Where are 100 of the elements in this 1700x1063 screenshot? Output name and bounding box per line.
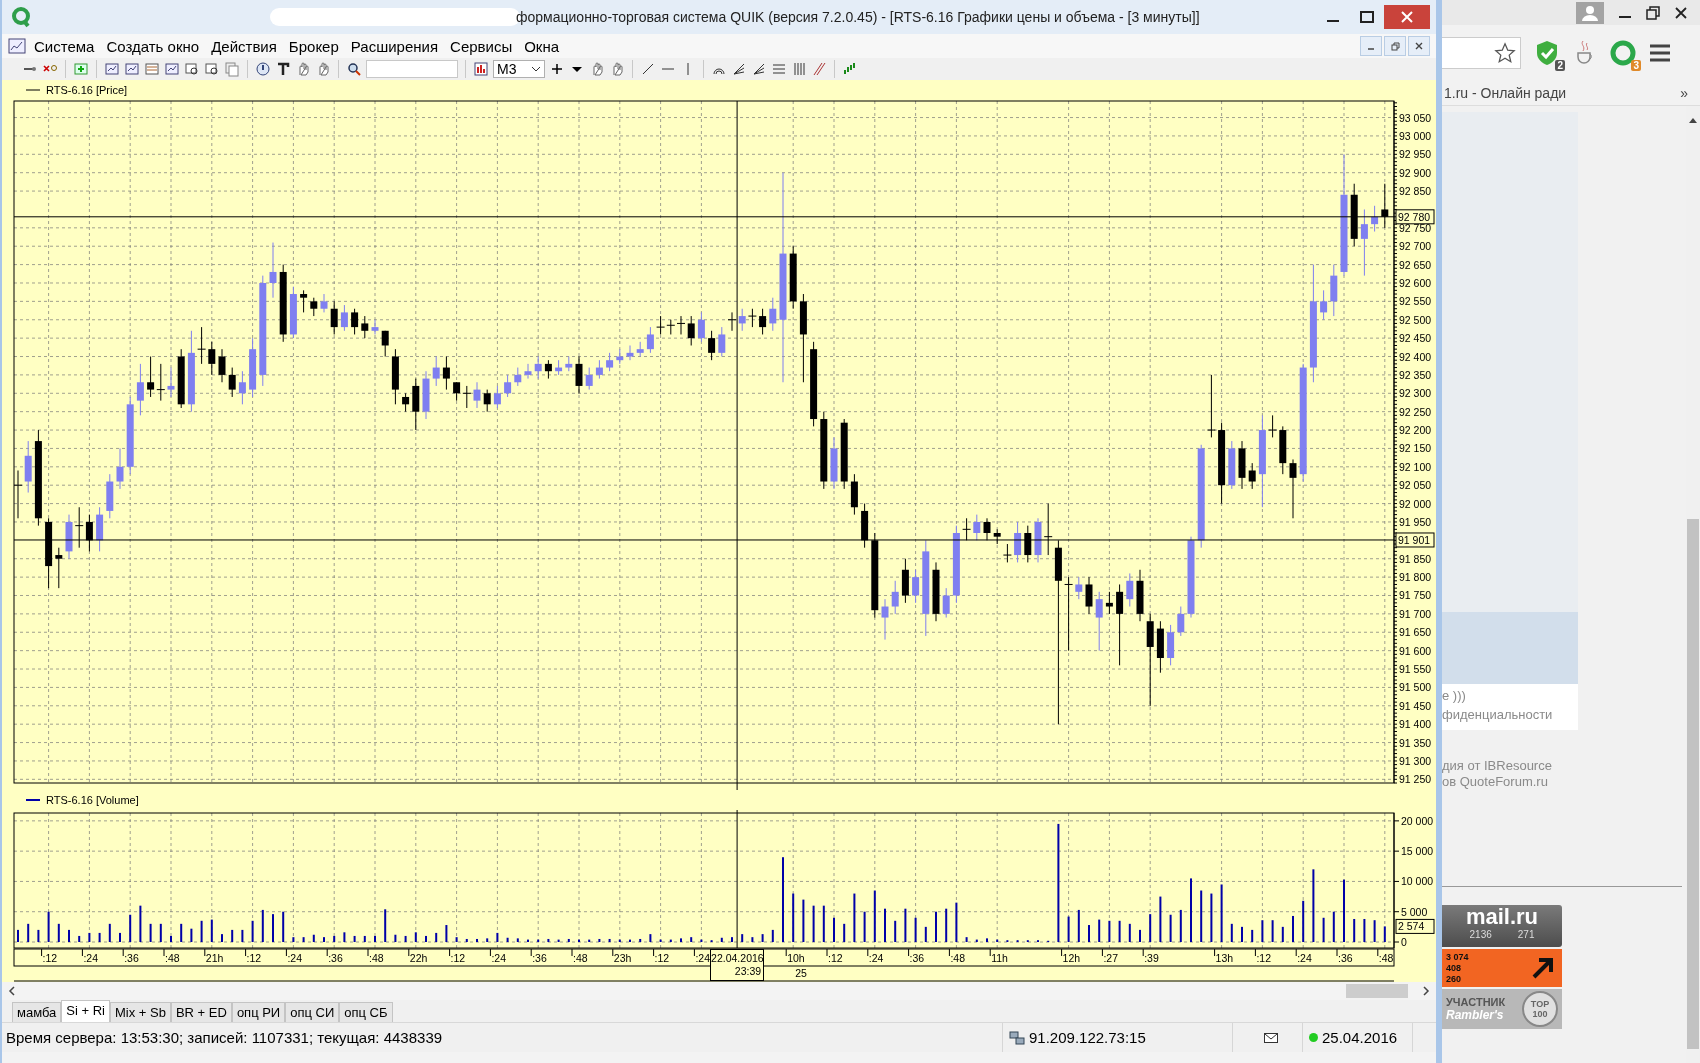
axis-label: :36	[328, 952, 343, 964]
axis-label: :24	[868, 952, 884, 964]
visit-counter[interactable]: 3 074 408 260	[1442, 949, 1562, 987]
rating-counter[interactable]: УЧАСТНИК Rambler's TOP 100	[1442, 989, 1562, 1029]
extension-badge: 2	[1555, 59, 1565, 71]
window-title: формационно-торговая система QUIK (версия 7.2.0.45) - [RTS-6.16 Графики цены и объема - [3 минуты]]	[516, 9, 1200, 25]
axis-label: 92 950	[1399, 148, 1432, 161]
axis-label: 92 650	[1399, 258, 1432, 271]
axis-label: 22h	[409, 952, 428, 964]
axis-label: 91 400	[1399, 718, 1432, 731]
axis-label: 91 800	[1399, 571, 1432, 584]
axis-label: :24	[287, 952, 302, 964]
axis-label: 12h	[1062, 952, 1081, 964]
axis-label: 20 000	[1401, 814, 1434, 827]
axis-label: :36	[124, 952, 139, 964]
axis-label: 92 500	[1399, 313, 1432, 326]
menu-item[interactable]: Система	[28, 37, 101, 55]
axis-label: 91 950	[1399, 515, 1432, 528]
tab[interactable]: BR + ED	[170, 1002, 232, 1022]
axis-label: 91 600	[1399, 644, 1432, 657]
axis-label: :48	[165, 952, 180, 964]
menu-item[interactable]: Действия	[205, 37, 283, 55]
chart-legend: RTS-6.16 [Volume]	[46, 794, 139, 806]
axis-label: 92 600	[1399, 277, 1432, 289]
page-text: е )))	[1442, 688, 1467, 703]
menu-item[interactable]: Окна	[518, 37, 566, 55]
price-tag: 92 780	[1395, 209, 1435, 225]
axis-label: :27	[1103, 952, 1118, 964]
axis-label: 11h	[991, 952, 1008, 964]
axis-label: 91 700	[1399, 607, 1432, 620]
tab[interactable]: мамба	[12, 1002, 62, 1022]
axis-label: :12	[1256, 952, 1271, 964]
axis-label: 91 850	[1399, 552, 1432, 565]
axis-label: 91 250	[1399, 773, 1432, 786]
axis-label: :12	[450, 952, 466, 964]
axis-label: 92 000	[1399, 497, 1432, 510]
axis-label: 92 700	[1399, 240, 1432, 253]
footer-text: дия от IBResource	[1442, 758, 1553, 774]
axis-label: :36	[1338, 952, 1353, 964]
tab[interactable]: Si + Ri	[61, 1000, 110, 1022]
chart-legend: RTS-6.16 [Price]	[46, 84, 128, 96]
axis-label: 13h	[1215, 952, 1234, 964]
axis-label: 93 000	[1399, 129, 1432, 142]
menu-item[interactable]: Сервисы	[444, 37, 519, 55]
axis-label: :12	[42, 952, 58, 964]
tab[interactable]: опц СИ	[285, 1002, 340, 1022]
axis-label: 92 250	[1399, 405, 1432, 418]
axis-label: 92 850	[1399, 185, 1432, 198]
status-date: 25.04.2016	[1322, 1029, 1398, 1046]
axis-label: 0	[1401, 936, 1407, 948]
axis-label: 92 200	[1399, 424, 1432, 437]
axis-label: :24	[1297, 952, 1312, 964]
axis-label: 92 550	[1399, 295, 1432, 308]
axis-label: 91 300	[1399, 754, 1432, 767]
axis-label: :12	[654, 952, 670, 964]
interval-select[interactable]: M3	[493, 60, 545, 78]
mail-counter[interactable]: mail.ru 2136 271	[1442, 905, 1562, 947]
axis-label: 15 000	[1401, 845, 1434, 858]
axis-label: :36	[532, 952, 547, 964]
axis-label: :12	[246, 952, 262, 964]
axis-label: 92 300	[1399, 387, 1432, 400]
axis-label: 92 150	[1399, 442, 1432, 455]
axis-label: 92 350	[1399, 368, 1432, 381]
axis-label: 23h	[613, 952, 632, 964]
tab[interactable]: опц СБ	[339, 1002, 393, 1022]
axis-label: :48	[573, 952, 588, 964]
axis-label: 91 550	[1399, 663, 1432, 676]
menu-item[interactable]: Создать окно	[100, 37, 206, 55]
more-bookmarks-button[interactable]: »	[1680, 84, 1688, 101]
axis-label: 91 650	[1399, 626, 1432, 639]
axis-label: 21h	[205, 952, 224, 964]
axis-label: 91 500	[1399, 681, 1432, 694]
axis-label: 10 000	[1401, 875, 1434, 888]
menu-item[interactable]: Расширения	[344, 37, 445, 55]
price-tag: 91 901	[1395, 532, 1435, 548]
date-tag: 22.04.2016 23:39	[710, 949, 765, 981]
axis-label: 5 000	[1401, 905, 1428, 918]
bookmark-link[interactable]: 1.ru - Онлайн ради	[1444, 84, 1567, 101]
footer-text: ов QuoteForum.ru	[1442, 774, 1549, 790]
axis-label: 92 050	[1399, 479, 1432, 492]
axis-label: 91 750	[1399, 589, 1432, 602]
menu-item[interactable]: Брокер	[282, 37, 345, 55]
axis-label: :24	[491, 952, 506, 964]
axis-label: :24	[695, 952, 710, 964]
axis-label: :48	[369, 952, 384, 964]
tab[interactable]: опц РИ	[231, 1002, 286, 1022]
page-text: фиденциальности	[1442, 707, 1554, 722]
axis-label: :36	[909, 952, 925, 964]
axis-label: 91 350	[1399, 736, 1432, 749]
axis-label: :24	[83, 952, 98, 964]
axis-label: :48	[950, 952, 965, 964]
server-address: 91.209.122.73:15	[1029, 1029, 1146, 1046]
axis-label: 10h	[787, 952, 805, 964]
axis-label: 92 100	[1399, 460, 1432, 473]
day-label: 25	[795, 967, 807, 979]
tab[interactable]: Mix + Sb	[110, 1002, 171, 1022]
server-info: Время сервера: 13:53:30; записей: 1107331; текущая: 4438339	[6, 1029, 443, 1046]
axis-label: 92 450	[1399, 332, 1432, 345]
axis-label: :39	[1144, 952, 1159, 964]
axis-label: :12	[828, 952, 843, 964]
